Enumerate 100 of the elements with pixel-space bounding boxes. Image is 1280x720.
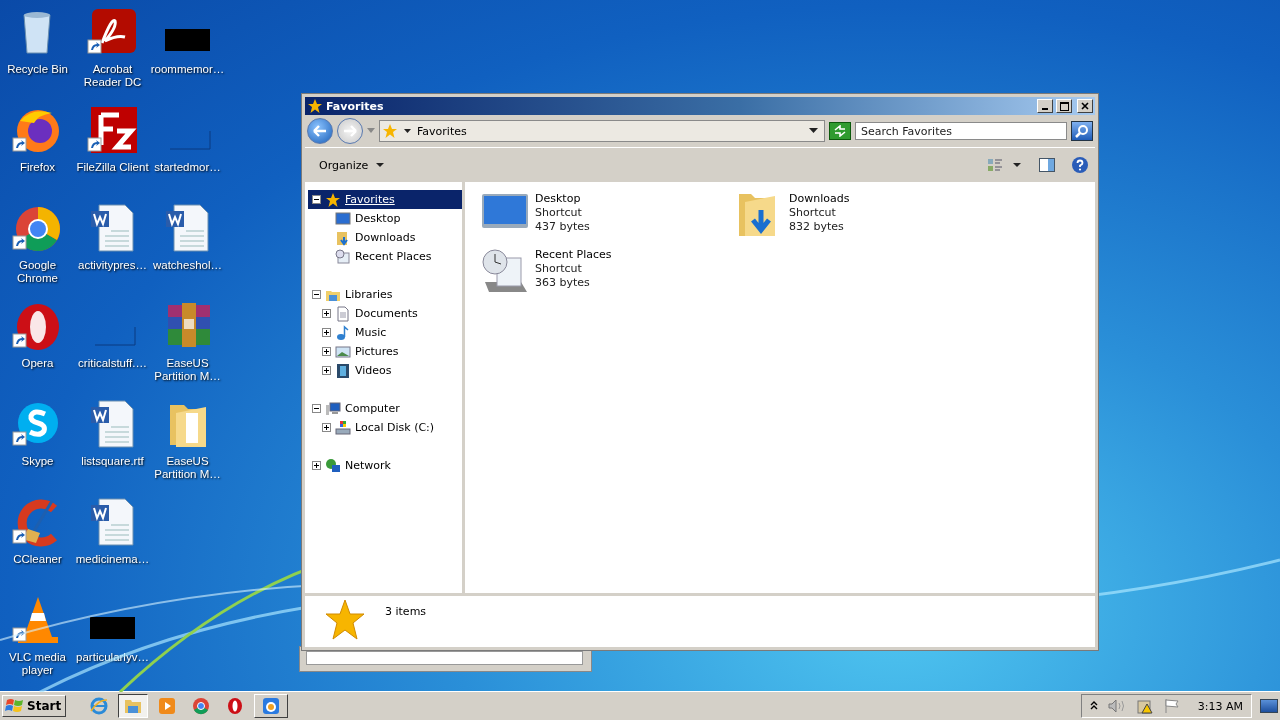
taskbar-window-button[interactable] — [254, 694, 289, 718]
desktop-icon-label[interactable]: VLC media player — [0, 651, 75, 677]
file-type: Shortcut — [535, 262, 583, 276]
file-size: 832 bytes — [789, 220, 845, 234]
tree-item-label[interactable]: Favorites — [345, 193, 395, 206]
expand-toggle[interactable] — [312, 461, 321, 470]
tree-item-selected[interactable]: Favorites — [308, 190, 462, 209]
tree-item-label[interactable]: Videos — [355, 364, 392, 377]
start-button[interactable]: Start — [2, 695, 67, 717]
file-name[interactable]: Recent Places — [535, 248, 612, 262]
search-button[interactable] — [1071, 121, 1093, 141]
opera-icon — [226, 697, 245, 715]
file-name[interactable]: Downloads — [789, 192, 850, 206]
maximize-button[interactable] — [1056, 99, 1072, 113]
tree-item[interactable]: Desktop — [308, 209, 462, 228]
desktop-icon-label[interactable]: Recycle Bin — [0, 63, 75, 76]
desktop-icon-label[interactable]: Opera — [0, 357, 75, 370]
tree-item[interactable]: Pictures — [308, 342, 462, 361]
search-field[interactable]: Search Favorites — [855, 122, 1067, 140]
expand-toggle[interactable] — [322, 328, 331, 337]
collapse-toggle[interactable] — [312, 290, 321, 299]
desktop-icon-label[interactable]: Skype — [0, 455, 75, 468]
caret-icon[interactable] — [1013, 162, 1021, 168]
tree-item[interactable]: Local Disk (C:) — [308, 418, 462, 437]
tree-item[interactable]: Documents — [308, 304, 462, 323]
collapse-toggle[interactable] — [312, 404, 321, 413]
desktop-icon-label[interactable]: watcheshol… — [150, 259, 225, 272]
desktop-icon-label[interactable]: EaseUS Partition M… — [150, 455, 225, 481]
network-warning-icon[interactable] — [1135, 698, 1154, 714]
file-type: Shortcut — [535, 206, 583, 220]
tree-item-label[interactable]: Local Disk (C:) — [355, 421, 435, 434]
organize-button[interactable]: Organize — [315, 156, 389, 174]
tree-item[interactable]: Libraries — [308, 285, 462, 304]
tree-item[interactable]: Downloads — [308, 228, 462, 247]
drive-icon — [335, 419, 351, 436]
expand-toggle[interactable] — [322, 347, 331, 356]
window-title: Favorites — [326, 99, 385, 113]
tree-item-label[interactable]: Computer — [345, 402, 400, 415]
close-button[interactable] — [1077, 99, 1093, 113]
desktop-icon-label[interactable]: listsquare.rtf — [75, 455, 150, 468]
tree-item[interactable]: Music — [308, 323, 462, 342]
desktop-icon-label[interactable]: activitypres… — [75, 259, 150, 272]
tree-item[interactable]: Videos — [308, 361, 462, 380]
clock-icon — [335, 248, 351, 265]
tree-item-label[interactable]: Downloads — [355, 231, 416, 244]
tree-item-label[interactable]: Pictures — [355, 345, 399, 358]
address-text[interactable]: Favorites — [417, 124, 803, 138]
desktop-icon-label[interactable]: Acrobat Reader DC — [75, 63, 150, 89]
collapse-toggle[interactable] — [312, 195, 321, 204]
maximize-icon — [1059, 101, 1069, 111]
forward-button[interactable] — [337, 118, 363, 144]
desktop-icon-label[interactable]: Google Chrome — [0, 259, 75, 285]
image-icon — [335, 343, 351, 360]
tree-item[interactable]: Computer — [308, 399, 462, 418]
expand-toggle[interactable] — [322, 309, 331, 318]
desktop-icon-label[interactable]: particularlyv… — [75, 651, 150, 664]
folder-icon — [124, 698, 143, 714]
caret-icon[interactable] — [404, 128, 411, 134]
address-bar[interactable]: Favorites — [379, 120, 825, 142]
tree-item[interactable]: Network — [308, 456, 462, 475]
desktop-icon-label[interactable]: EaseUS Partition M… — [150, 357, 225, 383]
tree-item-label[interactable]: Documents — [355, 307, 418, 320]
desktop-icon-label[interactable]: startedmor… — [150, 161, 225, 174]
back-arrow-icon — [313, 125, 327, 137]
tree-item[interactable]: Recent Places — [308, 247, 462, 266]
clock[interactable]: 3:13 AM — [1197, 699, 1243, 713]
star-icon — [307, 98, 323, 114]
flag-icon[interactable] — [1163, 698, 1180, 714]
expand-toggle[interactable] — [322, 423, 331, 432]
caret-icon — [376, 162, 385, 168]
music-note-icon — [335, 324, 351, 341]
chevron-up-icon[interactable] — [1089, 701, 1098, 711]
show-desktop-button[interactable] — [1260, 699, 1278, 713]
minimize-button[interactable] — [1037, 99, 1053, 113]
tree-item-label[interactable]: Libraries — [345, 288, 393, 301]
desktop-icon-label[interactable]: CCleaner — [0, 553, 75, 566]
document-icon — [335, 305, 351, 322]
refresh-button[interactable] — [829, 122, 851, 140]
back-button[interactable] — [307, 118, 333, 144]
desktop-icon-label[interactable]: FileZilla Client — [75, 161, 150, 174]
chrome-icon — [192, 697, 211, 715]
file-size: 363 bytes — [535, 276, 591, 290]
item-count: 3 items — [385, 605, 427, 618]
tree-item-label[interactable]: Recent Places — [355, 250, 432, 263]
speaker-icon[interactable] — [1107, 699, 1126, 713]
tree-item-label[interactable]: Desktop — [355, 212, 401, 225]
desktop-icon-label[interactable]: Firefox — [0, 161, 75, 174]
desktop-icon-label[interactable]: roommemor… — [150, 63, 225, 76]
caret-icon[interactable] — [809, 128, 818, 134]
desktop-icon-label[interactable]: medicinema… — [75, 553, 150, 566]
forward-arrow-icon — [343, 125, 357, 137]
expand-toggle[interactable] — [322, 366, 331, 375]
network-icon — [325, 457, 341, 474]
taskbar-launch-button[interactable] — [118, 694, 149, 718]
tree-item-label[interactable]: Music — [355, 326, 387, 339]
file-name[interactable]: Desktop — [535, 192, 590, 206]
tree-item-label[interactable]: Network — [345, 459, 391, 472]
desktop-icon-label[interactable]: criticalstuff.… — [75, 357, 150, 370]
preview-pane-icon[interactable] — [1039, 158, 1055, 172]
help-icon[interactable] — [1071, 156, 1089, 174]
